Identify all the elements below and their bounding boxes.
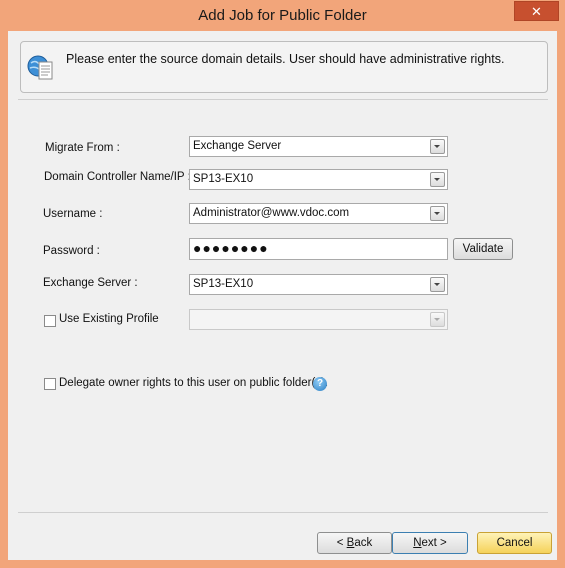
close-button[interactable]: ✕ xyxy=(514,1,559,21)
globe-document-icon xyxy=(27,55,53,80)
exchange-server-label: Exchange Server : xyxy=(43,277,138,289)
next-label-rest: ext > xyxy=(421,537,447,549)
footer-divider xyxy=(18,512,548,513)
domain-controller-label: Domain Controller Name/IP : xyxy=(44,171,191,183)
info-text: Please enter the source domain details. … xyxy=(66,52,505,66)
chevron-down-icon[interactable] xyxy=(430,277,445,292)
use-existing-profile-label: Use Existing Profile xyxy=(59,313,159,325)
password-label: Password : xyxy=(43,245,100,257)
cancel-button[interactable]: Cancel xyxy=(477,532,552,554)
migrate-from-label: Migrate From : xyxy=(45,142,120,154)
help-icon[interactable]: ? xyxy=(313,377,327,391)
exchange-server-dropdown[interactable]: SP13-EX10 xyxy=(189,274,448,295)
next-access-key: N xyxy=(413,537,422,549)
info-panel: Please enter the source domain details. … xyxy=(20,41,548,93)
title-bar[interactable]: Add Job for Public Folder ✕ xyxy=(0,0,565,31)
header-divider xyxy=(18,99,548,100)
chevron-down-icon[interactable] xyxy=(430,206,445,221)
next-button[interactable]: Next > xyxy=(392,532,468,554)
chevron-down-icon[interactable] xyxy=(430,312,445,327)
back-prefix: < xyxy=(336,537,347,549)
password-field[interactable]: ●●●●●●●● xyxy=(189,238,448,260)
domain-controller-value: SP13-EX10 xyxy=(193,173,254,185)
window-title: Add Job for Public Folder xyxy=(198,7,367,24)
migrate-from-value: Exchange Server xyxy=(193,140,282,152)
chevron-down-icon[interactable] xyxy=(430,172,445,187)
chevron-down-icon[interactable] xyxy=(430,139,445,154)
dialog-client-area: Please enter the source domain details. … xyxy=(8,31,557,560)
username-dropdown[interactable]: Administrator@www.vdoc.com xyxy=(189,203,448,224)
username-value: Administrator@www.vdoc.com xyxy=(193,207,350,219)
delegate-rights-checkbox[interactable] xyxy=(44,378,56,390)
existing-profile-dropdown[interactable] xyxy=(189,309,448,330)
back-button[interactable]: < Back xyxy=(317,532,392,554)
use-existing-profile-checkbox[interactable] xyxy=(44,315,56,327)
domain-controller-dropdown[interactable]: SP13-EX10 xyxy=(189,169,448,190)
validate-button[interactable]: Validate xyxy=(453,238,513,260)
exchange-server-value: SP13-EX10 xyxy=(193,278,254,290)
username-label: Username : xyxy=(43,208,103,220)
back-label-rest: ack xyxy=(354,537,373,549)
dialog-window: Add Job for Public Folder ✕ Please enter… xyxy=(0,0,565,568)
delegate-rights-label: Delegate owner rights to this user on pu… xyxy=(59,377,329,389)
migrate-from-dropdown[interactable]: Exchange Server xyxy=(189,136,448,157)
